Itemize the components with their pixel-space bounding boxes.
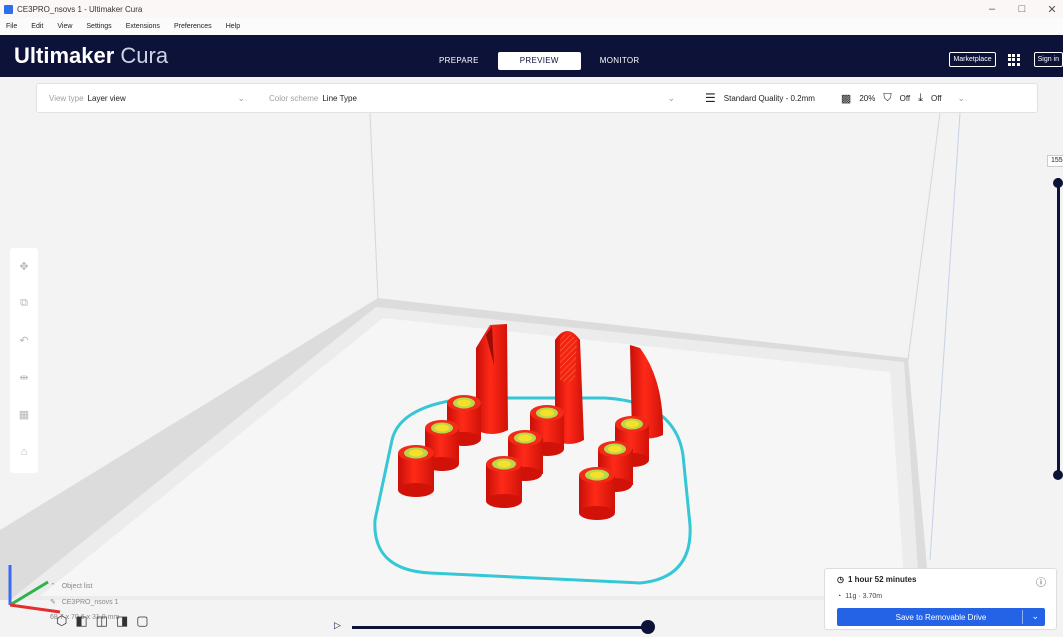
menu-edit[interactable]: Edit <box>31 23 43 30</box>
sliders-icon: ☰ <box>705 91 716 105</box>
top-view-icon[interactable]: ◫ <box>96 613 108 629</box>
camera-view-buttons: ⬡ ◧ ◫ ◨ ▢ <box>56 613 149 629</box>
move-tool-icon[interactable]: ✥ <box>10 248 38 285</box>
menu-settings[interactable]: Settings <box>86 23 111 30</box>
chevron-down-icon[interactable]: ⌄ <box>1031 611 1039 622</box>
quality-label: Standard Quality - 0.2mm <box>723 93 815 103</box>
layer-slider[interactable] <box>1053 178 1063 480</box>
print-info-panel: ◷ 1 hour 52 minutes ⓘ ◔ 11g · 3.70m Save t… <box>824 568 1057 630</box>
print-settings-summary[interactable]: ☰ Standard Quality - 0.2mm ▩ 20% ⛉ Off ⤓… <box>705 84 965 112</box>
color-scheme-dropdown[interactable]: Color scheme Line Type ⌄ <box>257 84 687 112</box>
3d-view-icon[interactable]: ⬡ <box>56 613 67 629</box>
stage-tabs: PREPARE PREVIEW MONITOR <box>420 52 658 70</box>
path-slider-track[interactable] <box>352 626 648 629</box>
tab-prepare[interactable]: PREPARE <box>420 52 498 70</box>
maximize-button[interactable]: □ <box>1015 3 1029 15</box>
menu-help[interactable]: Help <box>226 23 240 30</box>
menu-extensions[interactable]: Extensions <box>126 23 160 30</box>
object-list-toggle[interactable]: ⌃ Object list <box>50 582 119 590</box>
layer-slider-bottom-handle[interactable] <box>1053 470 1063 480</box>
window-title: CE3PRO_nsovs 1 - Ultimaker Cura <box>17 4 143 14</box>
cura-header: Ultimaker Cura PREPARE PREVIEW MONITOR M… <box>0 35 1063 77</box>
layer-number-input[interactable]: 155 <box>1047 155 1063 167</box>
left-toolbar: ✥ ⧉ ↶ ⇹ ▦ ⌂ <box>10 248 38 473</box>
print-time: 1 hour 52 minutes <box>847 575 917 584</box>
left-view-icon[interactable]: ◨ <box>116 613 128 629</box>
mirror-tool-icon[interactable]: ⇹ <box>10 359 38 396</box>
support-blocker-icon[interactable]: ⌂ <box>10 433 38 470</box>
build-plate-scene <box>0 112 961 614</box>
infill-icon: ▩ <box>840 92 852 105</box>
rotate-tool-icon[interactable]: ↶ <box>10 322 38 359</box>
support-value: Off <box>899 93 911 103</box>
menu-view[interactable]: View <box>57 23 72 30</box>
view-settings-bar: View type Layer view ⌄ Color scheme Line… <box>36 83 1038 113</box>
spool-icon: ◔ <box>837 593 842 600</box>
right-view-icon[interactable]: ▢ <box>136 613 148 629</box>
sign-in-button[interactable]: Sign in <box>1033 52 1063 67</box>
close-button[interactable]: ✕ <box>1045 3 1059 16</box>
scale-tool-icon[interactable]: ⧉ <box>10 285 38 322</box>
view-type-dropdown[interactable]: View type Layer view ⌄ <box>37 84 257 112</box>
tab-preview[interactable]: PREVIEW <box>497 52 581 70</box>
per-model-settings-icon[interactable]: ▦ <box>10 396 38 433</box>
play-icon[interactable]: ▷ <box>334 620 341 631</box>
minimize-button[interactable]: – <box>985 3 999 15</box>
clock-icon: ◷ <box>837 575 844 584</box>
save-to-removable-drive-button[interactable]: Save to Removable Drive ⌄ <box>837 608 1045 626</box>
infill-value: 20% <box>859 93 876 103</box>
tab-monitor[interactable]: MONITOR <box>581 52 659 70</box>
chevron-down-icon: ⌄ <box>237 92 245 103</box>
front-view-icon[interactable]: ◧ <box>75 613 87 629</box>
marketplace-button[interactable]: Marketplace <box>949 52 996 67</box>
adhesion-value: Off <box>931 93 942 103</box>
layer-slider-top-handle[interactable] <box>1053 178 1063 188</box>
info-icon[interactable]: ⓘ <box>1036 574 1046 589</box>
apps-grid-icon[interactable] <box>1007 53 1022 66</box>
path-slider-handle[interactable] <box>641 620 655 634</box>
ultimaker-cura-logo: Ultimaker Cura <box>14 43 169 68</box>
material-usage: 11g · 3.70m <box>845 593 883 600</box>
3d-viewport[interactable] <box>0 77 1063 637</box>
window-title-bar: CE3PRO_nsovs 1 - Ultimaker Cura – □ ✕ <box>0 0 1063 18</box>
menu-preferences[interactable]: Preferences <box>174 23 212 30</box>
menu-file[interactable]: File <box>6 23 17 30</box>
layer-slider-track <box>1057 178 1060 478</box>
adhesion-icon: ⤓ <box>918 91 923 104</box>
chevron-down-icon: ⌄ <box>667 92 675 103</box>
chevron-down-icon: ⌄ <box>957 92 966 103</box>
support-icon: ⛉ <box>883 91 892 104</box>
cura-app-icon <box>4 4 13 14</box>
menu-bar: File Edit View Settings Extensions Prefe… <box>0 18 1063 35</box>
object-list-item[interactable]: ✎ CE3PRO_nsovs 1 <box>50 598 119 606</box>
